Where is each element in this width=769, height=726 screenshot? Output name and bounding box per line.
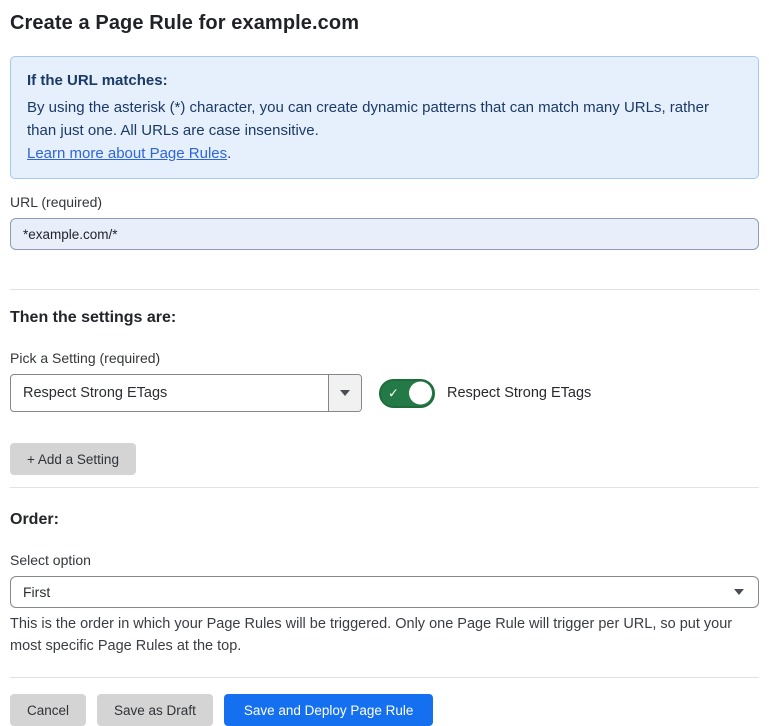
setting-select-value: Respect Strong ETags	[11, 375, 328, 411]
link-period: .	[227, 145, 231, 162]
info-box-link-line: Learn more about Page Rules.	[27, 142, 742, 165]
order-select-value: First	[23, 584, 734, 600]
info-box-heading: If the URL matches:	[27, 69, 742, 92]
learn-more-link[interactable]: Learn more about Page Rules	[27, 145, 227, 162]
save-draft-button[interactable]: Save as Draft	[97, 694, 213, 726]
toggle-knob	[409, 382, 432, 405]
respect-strong-etags-toggle[interactable]: ✓	[379, 379, 435, 408]
order-select[interactable]: First	[10, 576, 759, 608]
setting-row: Respect Strong ETags ✓ Respect Strong ET…	[10, 374, 759, 412]
divider	[10, 289, 759, 290]
setting-select[interactable]: Respect Strong ETags	[10, 374, 362, 412]
url-input[interactable]	[10, 218, 759, 250]
settings-section-heading: Then the settings are:	[10, 309, 759, 327]
page-rule-form: Create a Page Rule for example.com If th…	[0, 0, 769, 726]
toggle-label: Respect Strong ETags	[447, 385, 591, 401]
url-field-label: URL (required)	[10, 194, 759, 210]
chevron-down-icon	[734, 589, 744, 595]
cancel-button[interactable]: Cancel	[10, 694, 86, 726]
info-box-body: By using the asterisk (*) character, you…	[27, 96, 742, 142]
order-select-label: Select option	[10, 552, 759, 568]
divider	[10, 677, 759, 678]
footer-actions: Cancel Save as Draft Save and Deploy Pag…	[10, 694, 759, 726]
divider	[10, 487, 759, 488]
add-setting-button[interactable]: + Add a Setting	[10, 443, 136, 475]
pick-setting-label: Pick a Setting (required)	[10, 350, 759, 366]
setting-select-arrow-button[interactable]	[328, 375, 361, 411]
order-help-text: This is the order in which your Page Rul…	[10, 613, 755, 657]
save-deploy-button[interactable]: Save and Deploy Page Rule	[224, 694, 434, 726]
page-title: Create a Page Rule for example.com	[10, 12, 759, 35]
url-match-info-box: If the URL matches: By using the asteris…	[10, 56, 759, 179]
order-section-heading: Order:	[10, 511, 759, 529]
chevron-down-icon	[340, 390, 350, 396]
check-icon: ✓	[388, 387, 399, 400]
